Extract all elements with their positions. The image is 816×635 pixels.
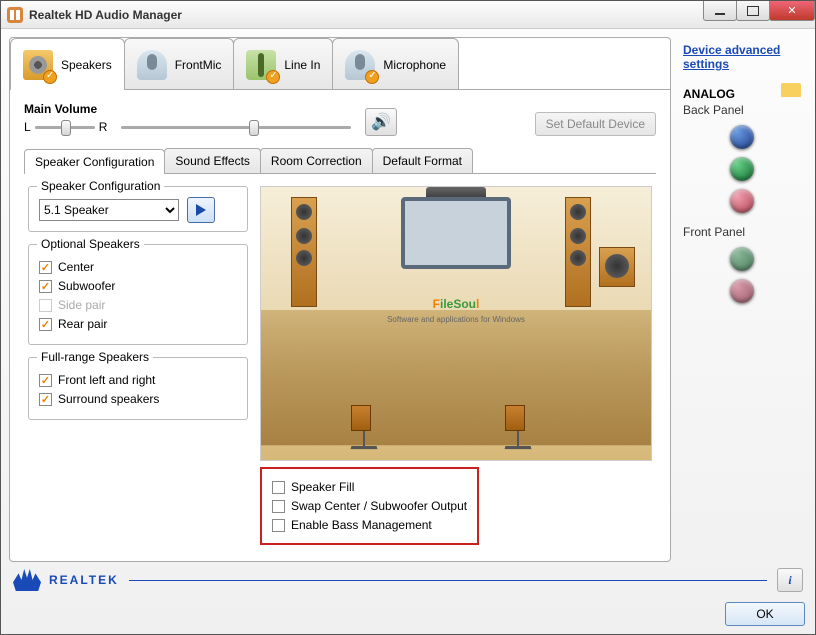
chk-swap[interactable] bbox=[272, 500, 285, 513]
tab-frontmic[interactable]: FrontMic bbox=[124, 38, 235, 90]
close-button[interactable] bbox=[769, 1, 815, 21]
realtek-logo: REALTEK bbox=[13, 569, 119, 591]
speaker-scene: FileSoul Software and applications for W… bbox=[260, 186, 652, 461]
rear-left-speaker-icon bbox=[351, 405, 377, 450]
speaker-config-select[interactable]: 5.1 Speaker bbox=[39, 199, 179, 221]
test-play-button[interactable] bbox=[187, 197, 215, 223]
highlighted-options: Speaker Fill Swap Center / Subwoofer Out… bbox=[260, 467, 479, 545]
jack-front-pink[interactable] bbox=[730, 279, 754, 303]
front-left-speaker-icon bbox=[291, 197, 317, 307]
subtab-format[interactable]: Default Format bbox=[372, 148, 473, 173]
mute-button[interactable]: 🔊 bbox=[365, 108, 397, 136]
side-panel: Device advanced settings ANALOG Back Pan… bbox=[677, 37, 807, 562]
crab-icon bbox=[13, 569, 41, 591]
chk-rear[interactable] bbox=[39, 318, 52, 331]
chk-bass[interactable] bbox=[272, 519, 285, 532]
advanced-settings-link[interactable]: Device advanced settings bbox=[683, 43, 801, 71]
group-label: Optional Speakers bbox=[37, 237, 144, 251]
device-tabs: Speakers FrontMic Line In Microphone bbox=[10, 38, 670, 90]
jack-green[interactable] bbox=[730, 157, 754, 181]
window-title: Realtek HD Audio Manager bbox=[29, 8, 182, 22]
tab-linein[interactable]: Line In bbox=[233, 38, 333, 90]
group-label: Full-range Speakers bbox=[37, 350, 153, 364]
minimize-button[interactable] bbox=[703, 1, 737, 21]
back-panel-label: Back Panel bbox=[683, 103, 801, 117]
ok-button[interactable]: OK bbox=[725, 602, 805, 626]
jack-front-green[interactable] bbox=[730, 247, 754, 271]
group-label: Speaker Configuration bbox=[37, 179, 164, 193]
tab-speakers[interactable]: Speakers bbox=[10, 38, 125, 90]
mic-icon bbox=[137, 50, 167, 80]
footer: REALTEK i bbox=[1, 562, 815, 602]
tab-label: FrontMic bbox=[175, 58, 222, 72]
chk-side bbox=[39, 299, 52, 312]
balance-slider[interactable] bbox=[35, 118, 95, 136]
balance-R: R bbox=[99, 120, 108, 134]
chk-front-full[interactable] bbox=[39, 374, 52, 387]
chk-subwoofer[interactable] bbox=[39, 280, 52, 293]
maximize-button[interactable] bbox=[736, 1, 770, 21]
subtab-effects[interactable]: Sound Effects bbox=[164, 148, 261, 173]
subtab-config[interactable]: Speaker Configuration bbox=[24, 149, 165, 174]
group-speaker-config: Speaker Configuration 5.1 Speaker bbox=[28, 186, 248, 232]
group-fullrange: Full-range Speakers Front left and right… bbox=[28, 357, 248, 420]
volume-slider[interactable] bbox=[121, 118, 351, 136]
subtab-room[interactable]: Room Correction bbox=[260, 148, 373, 173]
balance-L: L bbox=[24, 120, 31, 134]
app-window: Realtek HD Audio Manager Speakers FrontM… bbox=[0, 0, 816, 635]
jack-pink[interactable] bbox=[730, 189, 754, 213]
set-default-button[interactable]: Set Default Device bbox=[535, 112, 656, 136]
rear-right-speaker-icon bbox=[505, 405, 531, 450]
titlebar: Realtek HD Audio Manager bbox=[1, 1, 815, 29]
main-panel: Speakers FrontMic Line In Microphone bbox=[9, 37, 671, 562]
tab-label: Microphone bbox=[383, 58, 446, 72]
front-right-speaker-icon bbox=[565, 197, 591, 307]
chk-center[interactable] bbox=[39, 261, 52, 274]
chk-surround-full[interactable] bbox=[39, 393, 52, 406]
app-icon bbox=[7, 7, 23, 23]
main-volume-block: Main Volume L R bbox=[24, 102, 107, 136]
subwoofer-icon bbox=[599, 247, 635, 287]
speaker-icon bbox=[23, 50, 53, 80]
analog-label: ANALOG bbox=[683, 87, 735, 101]
tab-label: Speakers bbox=[61, 58, 112, 72]
tv-icon bbox=[401, 197, 511, 269]
jack-blue[interactable] bbox=[730, 125, 754, 149]
tab-label: Line In bbox=[284, 58, 320, 72]
mic-icon bbox=[345, 50, 375, 80]
group-optional: Optional Speakers Center Subwoofer Side … bbox=[28, 244, 248, 345]
tab-microphone[interactable]: Microphone bbox=[332, 38, 459, 90]
subtabs: Speaker Configuration Sound Effects Room… bbox=[24, 148, 656, 174]
info-button[interactable]: i bbox=[777, 568, 803, 592]
main-volume-label: Main Volume bbox=[24, 102, 107, 116]
linein-icon bbox=[246, 50, 276, 80]
front-panel-label: Front Panel bbox=[683, 225, 801, 239]
chk-speaker-fill[interactable] bbox=[272, 481, 285, 494]
folder-icon[interactable] bbox=[781, 83, 801, 97]
